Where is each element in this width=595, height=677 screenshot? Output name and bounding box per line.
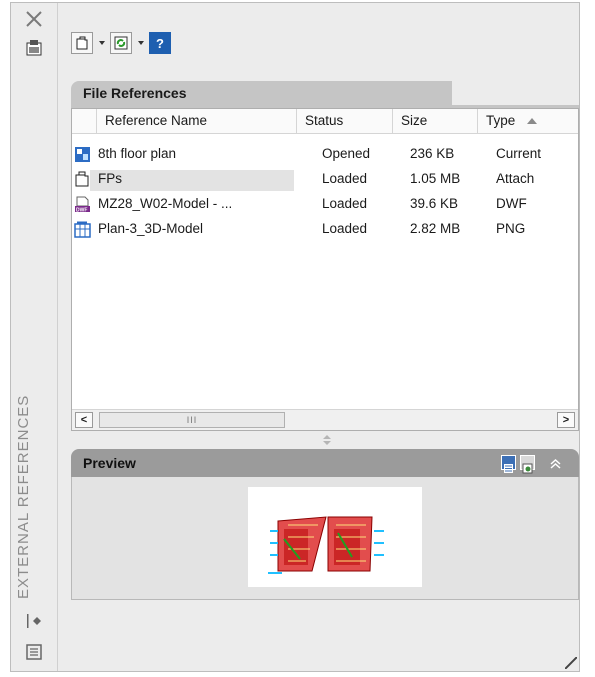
column-header-status[interactable]: Status: [296, 109, 392, 133]
reference-name: Plan-3_3D-Model: [98, 221, 204, 236]
table-row[interactable]: DWF MZ28_W02-Model - ... Loaded 39.6 KB …: [72, 193, 578, 218]
list-view-icon: [504, 464, 513, 473]
dwg-xref-icon: [75, 171, 89, 187]
svg-text:DWF: DWF: [76, 208, 87, 214]
details-icon: [522, 463, 533, 474]
file-references-list[interactable]: Reference Name Status Size Type 8th floo…: [71, 108, 579, 431]
preview-view-button[interactable]: [501, 455, 516, 473]
reference-type: Attach: [496, 171, 535, 186]
column-header-type[interactable]: Type: [477, 109, 578, 133]
reference-size: 1.05 MB: [410, 171, 461, 186]
table-row[interactable]: FPs Loaded 1.05 MB Attach: [72, 168, 578, 193]
reference-status: Loaded: [322, 171, 368, 186]
help-button[interactable]: ?: [149, 32, 171, 54]
current-drawing-icon: [75, 147, 90, 162]
attach-icon: [76, 36, 88, 50]
attach-dropdown[interactable]: [97, 32, 106, 54]
sort-ascending-icon: [527, 118, 538, 125]
resize-grip-icon[interactable]: [565, 657, 577, 669]
reference-status: Opened: [322, 146, 371, 161]
reference-name: MZ28_W02-Model - ...: [98, 196, 233, 211]
dwf-file-icon: DWF: [75, 196, 90, 214]
reference-status: Loaded: [322, 196, 368, 211]
reference-name: FPs: [98, 171, 123, 186]
preview-pane: [71, 477, 579, 600]
svg-text:?: ?: [156, 36, 164, 51]
reference-type: Current: [496, 146, 542, 161]
reference-size: 2.82 MB: [410, 221, 461, 236]
preview-title: Preview: [83, 455, 136, 471]
reference-size: 39.6 KB: [410, 196, 459, 211]
refresh-button[interactable]: [110, 32, 132, 54]
scroll-thumb-grip: III: [186, 415, 198, 425]
collapse-icon[interactable]: [549, 457, 562, 470]
column-header-reference-name[interactable]: Reference Name: [96, 109, 296, 133]
palette-menu-icon[interactable]: [25, 643, 43, 661]
reference-status: Loaded: [322, 221, 368, 236]
palette-properties-icon[interactable]: [25, 39, 43, 57]
auto-hide-icon[interactable]: [25, 612, 43, 630]
splitter-handle-icon[interactable]: [321, 434, 333, 446]
palette-vertical-title: EXTERNAL REFERENCES: [15, 394, 32, 599]
help-icon: ?: [156, 36, 164, 51]
preview-header: Preview: [71, 449, 579, 477]
refresh-dropdown[interactable]: [136, 32, 145, 54]
reference-name: 8th floor plan: [98, 146, 177, 161]
scroll-thumb[interactable]: III: [99, 412, 285, 428]
reference-type: PNG: [496, 221, 526, 236]
scroll-right-button[interactable]: >: [557, 412, 575, 428]
image-file-icon: [74, 221, 91, 238]
refresh-icon: [114, 36, 128, 50]
table-row[interactable]: 8th floor plan Opened 236 KB Current: [72, 143, 578, 168]
preview-thumbnail: [248, 487, 422, 587]
palette-title-strip: EXTERNAL REFERENCES: [11, 3, 58, 671]
external-references-palette: EXTERNAL REFERENCES ? File References Re…: [10, 2, 580, 672]
details-view-button[interactable]: [520, 455, 535, 474]
close-icon[interactable]: [24, 9, 44, 29]
horizontal-scrollbar[interactable]: < III >: [72, 409, 578, 430]
reference-type: DWF: [496, 196, 527, 211]
file-references-header: File References: [71, 81, 452, 106]
attach-button[interactable]: [71, 32, 93, 54]
column-header-size[interactable]: Size: [392, 109, 477, 133]
scroll-left-button[interactable]: <: [75, 412, 93, 428]
drawing-thumbnail-image: [268, 516, 384, 574]
toolbar: ?: [71, 27, 171, 59]
reference-size: 236 KB: [410, 146, 455, 161]
column-header-row: Reference Name Status Size Type: [72, 109, 578, 134]
table-row[interactable]: Plan-3_3D-Model Loaded 2.82 MB PNG: [72, 218, 578, 243]
